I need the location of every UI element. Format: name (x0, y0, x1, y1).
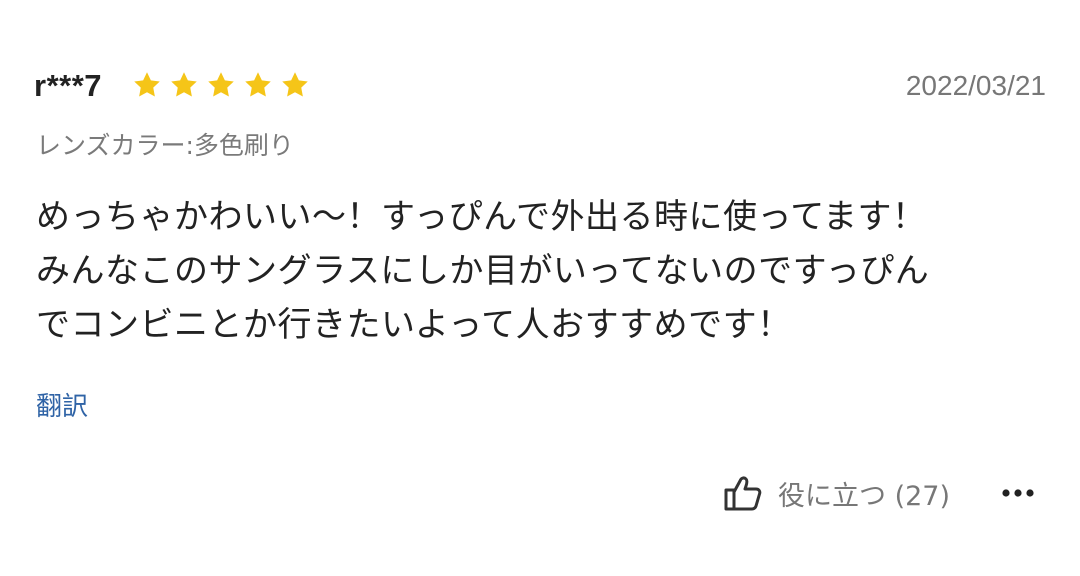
helpful-button[interactable]: 役に立つ (27) (722, 472, 950, 514)
review-body-line: めっちゃかわいい〜！すっぴんで外出る時に使ってます！ (36, 197, 927, 237)
more-button[interactable] (998, 478, 1042, 508)
thumbs-up-icon (724, 476, 762, 511)
review-body-line: でコンビニとか行きたいよって人おすすめです！ (36, 305, 792, 345)
star-icon (245, 72, 271, 97)
review-date: 2022/03/21 (905, 70, 1046, 101)
star-icon (208, 72, 234, 97)
star-icon (171, 72, 197, 97)
reviewer-name: r***7 (34, 68, 102, 103)
more-icon (1002, 489, 1034, 497)
helpful-label: 役に立つ (27) (778, 480, 951, 512)
review-body-line: みんなこのサングラスにしか目がいってないのですっぴん (36, 251, 930, 291)
review-card: r***7 2022/03/21 レンズカラー:多色刷り めっちゃかわいい〜！す… (0, 0, 1080, 576)
translate-link[interactable]: 翻訳 (36, 386, 88, 423)
review-header: r***7 2022/03/21 (34, 64, 1046, 114)
review-body: めっちゃかわいい〜！すっぴんで外出る時に使ってます！ みんなこのサングラスにしか… (36, 190, 1051, 352)
star-icon (134, 72, 160, 97)
product-variant: レンズカラー:多色刷り (36, 131, 294, 160)
star-icon (282, 72, 308, 97)
review-footer: 役に立つ (27) (722, 470, 950, 516)
star-rating (132, 70, 310, 100)
